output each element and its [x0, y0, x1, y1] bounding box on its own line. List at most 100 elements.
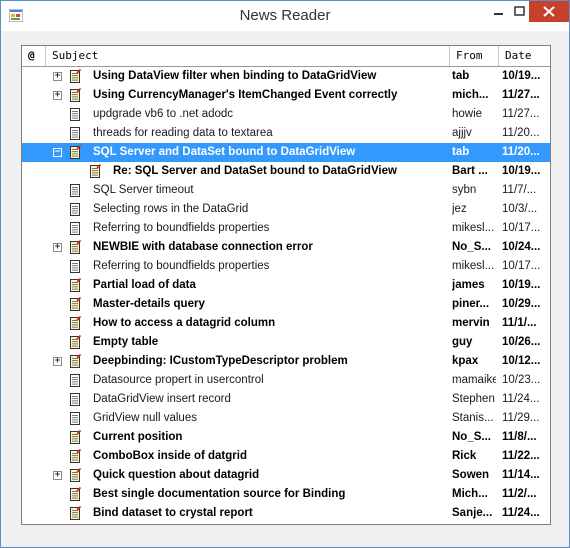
- minimize-button[interactable]: [485, 1, 511, 22]
- message-row[interactable]: GridView null values Stanis... 11/29...: [22, 409, 550, 428]
- message-from: ajjjv: [452, 127, 472, 139]
- message-from: mikesl...: [452, 260, 495, 272]
- unread-message-icon: [70, 468, 81, 482]
- message-row[interactable]: updgrade vb6 to .net adodc howie 11/27...: [22, 105, 550, 124]
- message-date: 10/26...: [502, 336, 541, 348]
- message-from: mamaike: [452, 374, 496, 386]
- message-row[interactable]: ComboBox inside of datgrid Rick 11/22...: [22, 447, 550, 466]
- message-from: howie: [452, 108, 483, 120]
- message-row[interactable]: Selecting rows in the DataGrid jez 10/3/..…: [22, 200, 550, 219]
- message-row[interactable]: + NEWBIE with database connection error No…: [22, 238, 550, 257]
- unread-message-icon: [70, 316, 81, 330]
- message-from: guy: [452, 336, 473, 348]
- unread-message-icon: [70, 297, 81, 311]
- message-subject: Partial load of data: [93, 279, 196, 291]
- collapse-thread-icon[interactable]: −: [53, 148, 62, 157]
- message-row[interactable]: + Quick question about datagrid Sowen 11/14…: [22, 466, 550, 485]
- unread-message-icon: [70, 278, 81, 292]
- message-subject: Referring to boundfields properties: [93, 222, 270, 234]
- message-date: 11/24...: [502, 393, 540, 405]
- message-subject: ComboBox inside of datgrid: [93, 450, 247, 462]
- message-subject: Best single documentation source for Bin…: [93, 488, 346, 500]
- message-date: 10/17...: [502, 260, 541, 272]
- message-icon: [70, 260, 80, 273]
- message-date: 11/14...: [502, 469, 540, 481]
- message-subject: threads for reading data to textarea: [93, 127, 273, 139]
- message-subject: Using DataView filter when binding to Da…: [93, 70, 377, 82]
- message-row[interactable]: Referring to boundfields properties mikes…: [22, 257, 550, 276]
- message-date: 11/20...: [502, 146, 540, 158]
- message-row[interactable]: Bind dataset to crystal report Sanje... 11…: [22, 504, 550, 523]
- message-row[interactable]: SQL Server timeout sybn 11/7/...: [22, 181, 550, 200]
- message-row[interactable]: Current position No_S... 11/8/...: [22, 428, 550, 447]
- column-header-attachment[interactable]: @: [22, 46, 46, 66]
- message-from: kpax: [452, 355, 479, 367]
- message-date: 11/27...: [502, 108, 540, 120]
- expand-thread-icon[interactable]: +: [53, 471, 62, 480]
- message-subject: How to access a datagrid column: [93, 317, 276, 329]
- message-date: 10/19...: [502, 165, 541, 177]
- expand-thread-icon[interactable]: +: [53, 72, 62, 81]
- message-row[interactable]: How to access a datagrid column mervin 11/…: [22, 314, 550, 333]
- news-reader-window: News Reader @ Subject From Date + Using D…: [0, 0, 570, 548]
- message-from: Bart ...: [452, 165, 488, 177]
- message-icon: [70, 222, 80, 235]
- message-subject: Empty table: [93, 336, 159, 348]
- message-row[interactable]: Master-details query piner... 10/29...: [22, 295, 550, 314]
- message-subject: updgrade vb6 to .net adodc: [93, 108, 234, 120]
- title-bar[interactable]: News Reader: [1, 1, 569, 31]
- message-from: No_S...: [452, 431, 491, 443]
- message-from: Sanje...: [452, 507, 493, 519]
- message-subject: Using CurrencyManager's ItemChanged Even…: [93, 89, 398, 101]
- message-from: mervin: [452, 317, 490, 329]
- message-row[interactable]: − SQL Server and DataSet bound to DataGri…: [22, 143, 550, 162]
- message-row[interactable]: Re: SQL Server and DataSet bound to Data…: [22, 162, 550, 181]
- expand-thread-icon[interactable]: +: [53, 243, 62, 252]
- message-from: jez: [452, 203, 467, 215]
- message-from: tab: [452, 70, 470, 82]
- message-row[interactable]: Empty table guy 10/26...: [22, 333, 550, 352]
- message-from: tab: [452, 146, 470, 158]
- message-row[interactable]: Datasource propert in usercontrol mamaike…: [22, 371, 550, 390]
- message-from: Stephen: [452, 393, 495, 405]
- unread-message-icon: [70, 354, 81, 368]
- message-from: mikesl...: [452, 222, 495, 234]
- message-row[interactable]: Partial load of data james 10/19...: [22, 276, 550, 295]
- message-subject: Current position: [93, 431, 183, 443]
- close-button[interactable]: [529, 1, 569, 22]
- message-date: 10/3/...: [502, 203, 538, 215]
- message-date: 11/29...: [502, 412, 540, 424]
- message-list[interactable]: @ Subject From Date + Using DataView filt…: [21, 45, 551, 525]
- message-from: Sowen: [452, 469, 490, 481]
- message-date: 11/1/...: [502, 317, 537, 329]
- message-subject: Bind dataset to crystal report: [93, 507, 253, 519]
- message-date: 10/29...: [502, 298, 541, 310]
- close-icon: [543, 6, 555, 17]
- message-subject: GridView null values: [93, 412, 197, 424]
- column-header-date[interactable]: Date: [499, 46, 550, 66]
- message-row[interactable]: DataGridView insert record Stephen 11/24..…: [22, 390, 550, 409]
- column-header-subject[interactable]: Subject: [46, 46, 450, 66]
- column-header-from[interactable]: From: [450, 46, 499, 66]
- message-subject: SQL Server timeout: [93, 184, 194, 196]
- message-date: 11/7/...: [502, 184, 537, 196]
- message-row[interactable]: + Using DataView filter when binding to D…: [22, 67, 550, 86]
- message-icon: [70, 203, 80, 216]
- message-row[interactable]: + Deepbinding: ICustomTypeDescriptor prob…: [22, 352, 550, 371]
- message-subject: Re: SQL Server and DataSet bound to Data…: [113, 165, 397, 177]
- unread-message-icon: [70, 430, 81, 444]
- message-icon: [70, 108, 80, 121]
- window-title: News Reader: [239, 7, 331, 24]
- expand-thread-icon[interactable]: +: [53, 91, 62, 100]
- message-date: 11/8/...: [502, 431, 537, 443]
- expand-thread-icon[interactable]: +: [53, 357, 62, 366]
- message-icon: [70, 127, 80, 140]
- message-date: 10/12...: [502, 355, 541, 367]
- message-row[interactable]: Best single documentation source for Bin…: [22, 485, 550, 504]
- message-from: Stanis...: [452, 412, 494, 424]
- message-row[interactable]: Referring to boundfields properties mikes…: [22, 219, 550, 238]
- message-subject: Datasource propert in usercontrol: [93, 374, 264, 386]
- message-row[interactable]: threads for reading data to textarea ajjj…: [22, 124, 550, 143]
- message-row[interactable]: + Using CurrencyManager's ItemChanged Eve…: [22, 86, 550, 105]
- message-from: No_S...: [452, 241, 491, 253]
